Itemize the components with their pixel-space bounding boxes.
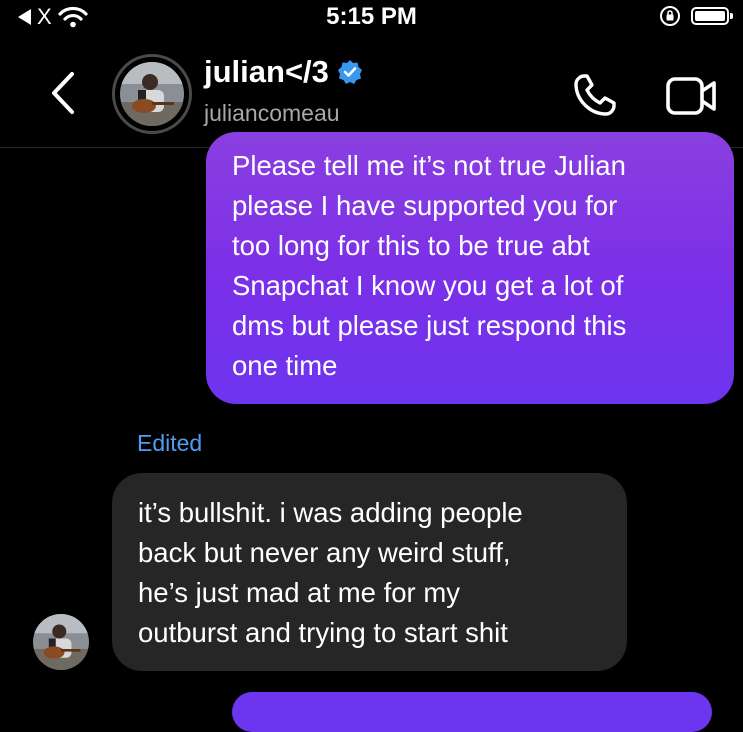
edited-label[interactable]: Edited (137, 430, 202, 457)
message-line: Please tell me it’s not true Julian (232, 150, 626, 181)
outgoing-message-bubble[interactable]: Please tell me it’s not true Julian plea… (206, 132, 734, 404)
sender-avatar[interactable] (33, 614, 89, 670)
battery-icon (691, 7, 733, 25)
message-line: one time (232, 350, 338, 381)
chevron-left-icon[interactable] (44, 68, 84, 118)
phone-icon[interactable] (570, 70, 620, 120)
incoming-message-bubble[interactable]: it’s bullshit. i was adding people back … (112, 473, 627, 671)
message-line: it’s bullshit. i was adding people (138, 497, 523, 528)
message-line: Snapchat I know you get a lot of (232, 270, 624, 301)
next-outgoing-message-bubble[interactable] (232, 692, 712, 732)
profile-avatar[interactable] (112, 54, 192, 134)
rotation-lock-icon (660, 6, 680, 26)
message-line: outburst and trying to start shit (138, 617, 508, 648)
message-line: back but never any weird stuff, (138, 537, 511, 568)
status-right (659, 5, 733, 27)
status-time: 5:15 PM (326, 3, 417, 30)
video-camera-icon[interactable] (664, 74, 720, 118)
avatar-image (120, 62, 184, 126)
contact-username: juliancomeau (204, 100, 340, 126)
verified-badge-icon (337, 60, 362, 84)
message-line: please I have supported you for (232, 190, 618, 221)
message-line: he’s just mad at me for my (138, 577, 460, 608)
name-row[interactable]: julian</3 (204, 54, 363, 90)
message-line: dms but please just respond this (232, 310, 627, 341)
message-line: too long for this to be true abt (232, 230, 590, 261)
status-bar: X 5:15 PM (0, 0, 743, 36)
contact-name: julian</3 (204, 54, 329, 89)
